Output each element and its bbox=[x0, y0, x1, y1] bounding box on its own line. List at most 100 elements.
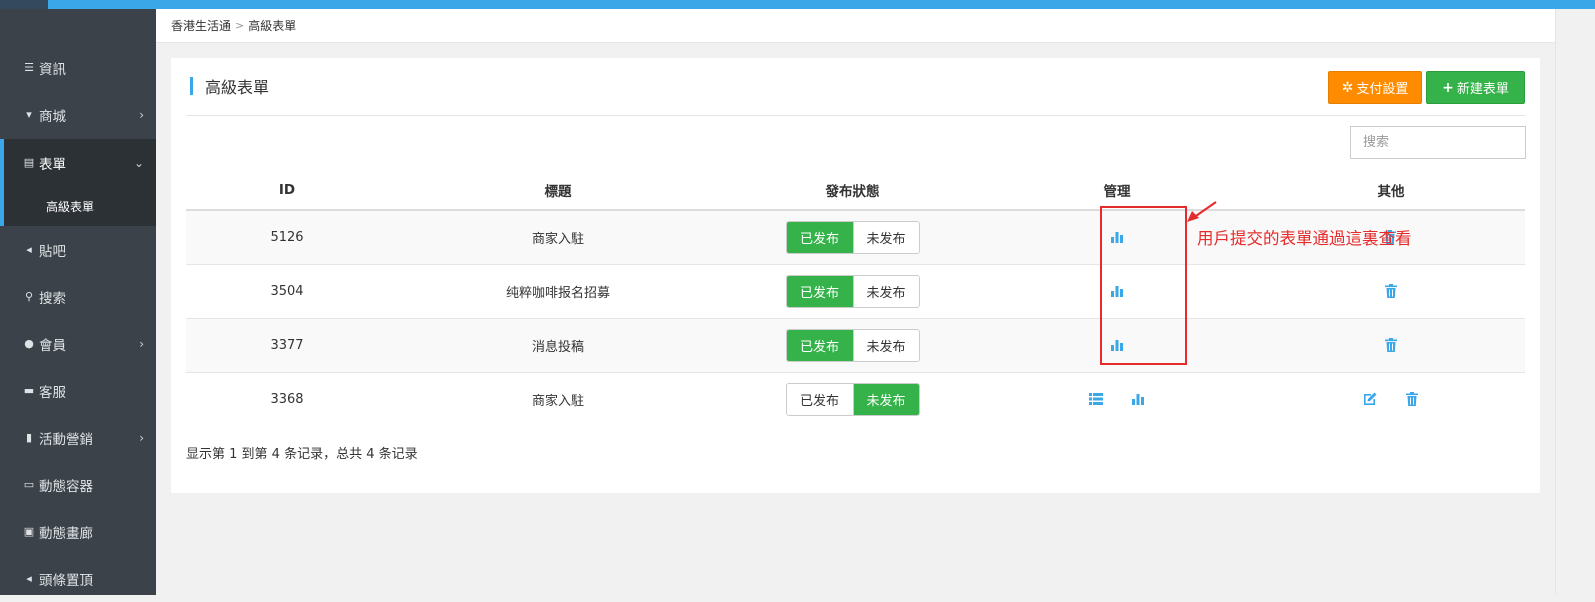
table-row: 3504 纯粹咖啡报名招募 已发布 未发布 bbox=[186, 263, 1525, 318]
breadcrumb-root-link[interactable]: 香港生活通 bbox=[171, 17, 231, 34]
top-accent-bar bbox=[0, 0, 1595, 9]
bell-icon: ● bbox=[24, 337, 34, 350]
page-title: 高級表單 bbox=[190, 76, 270, 97]
published-option[interactable]: 已发布 bbox=[786, 383, 853, 415]
trash-icon[interactable] bbox=[1383, 283, 1399, 299]
chat-icon: ▬ bbox=[23, 384, 35, 397]
payment-settings-label: 支付設置 bbox=[1356, 82, 1409, 97]
sidebar-item-label: 商城 bbox=[39, 108, 66, 125]
publish-toggle: 已发布 未发布 bbox=[785, 382, 920, 416]
trash-icon[interactable] bbox=[1383, 337, 1399, 353]
bar-chart-icon[interactable] bbox=[1109, 229, 1125, 245]
publish-toggle: 已发布 未发布 bbox=[785, 274, 920, 308]
sidebar-item-dynamic-container[interactable]: ▭ 動態容器 bbox=[0, 461, 156, 508]
sidebar-item-support[interactable]: ▬ 客服 bbox=[0, 367, 156, 414]
sidebar-item-marketing[interactable]: ▮ 活動營銷 › bbox=[0, 414, 156, 461]
inbox-icon: ▭ bbox=[23, 478, 35, 491]
bar-chart-icon[interactable] bbox=[1109, 283, 1125, 299]
search-icon: ⚲ bbox=[24, 290, 34, 303]
trash-icon[interactable] bbox=[1404, 391, 1420, 407]
cell-status: 已发布 未发布 bbox=[728, 209, 977, 264]
pagination-summary: 显示第 1 到第 4 条记录，总共 4 条记录 bbox=[186, 447, 418, 462]
cell-title: 纯粹咖啡报名招募 bbox=[388, 263, 728, 318]
column-header-status[interactable]: 發布狀態 bbox=[728, 170, 977, 211]
list-icon[interactable] bbox=[1088, 391, 1104, 407]
bookmark-icon: ▮ bbox=[25, 431, 33, 444]
edit-icon[interactable] bbox=[1362, 391, 1378, 407]
cell-status: 已发布 未发布 bbox=[728, 371, 977, 426]
main-panel: 高級表單 ✲支付設置 +新建表單 ID 標題 發布狀態 管理 其他 5126 商… bbox=[171, 58, 1540, 493]
table-row: 3368 商家入駐 已发布 未发布 bbox=[186, 371, 1525, 426]
publish-toggle: 已发布 未发布 bbox=[785, 328, 920, 362]
search-input[interactable] bbox=[1350, 126, 1526, 159]
bar-chart-icon[interactable] bbox=[1130, 391, 1146, 407]
column-header-manage[interactable]: 管理 bbox=[977, 170, 1257, 211]
published-option[interactable]: 已发布 bbox=[786, 329, 853, 361]
cell-id: 5126 bbox=[186, 209, 388, 264]
sidebar-item-news[interactable]: ☰ 資訊 bbox=[0, 44, 156, 91]
sidebar-item-forms[interactable]: ▤ 表單 ⌄ bbox=[0, 139, 156, 186]
cell-other bbox=[1257, 371, 1525, 426]
column-header-title[interactable]: 標題 bbox=[388, 170, 728, 211]
plus-icon: + bbox=[1442, 79, 1454, 96]
sidebar-item-search[interactable]: ⚲ 搜索 bbox=[0, 273, 156, 320]
cell-other bbox=[1257, 263, 1525, 318]
sidebar: ☰ 資訊 ▾ 商城 › ▤ 表單 ⌄ 高級表單 ◂ 貼吧 ⚲ 搜索 ● 會員 › ▬ 客服 ▮… bbox=[0, 9, 156, 595]
publish-toggle: 已发布 未发布 bbox=[785, 220, 920, 254]
new-form-button[interactable]: + 新建表單 bbox=[1426, 71, 1525, 104]
sidebar-item-label: 動態容器 bbox=[39, 478, 93, 495]
sidebar-item-label: 客服 bbox=[39, 384, 66, 401]
sidebar-item-label: 搜索 bbox=[39, 290, 66, 307]
unpublished-option[interactable]: 未发布 bbox=[852, 329, 919, 361]
sidebar-item-members[interactable]: ● 會員 › bbox=[0, 320, 156, 367]
cell-status: 已发布 未发布 bbox=[728, 317, 977, 372]
cell-status: 已发布 未发布 bbox=[728, 263, 977, 318]
bar-chart-icon[interactable] bbox=[1109, 337, 1125, 353]
top-bar-corner bbox=[0, 0, 48, 9]
forms-table: ID 標題 發布狀態 管理 其他 5126 商家入駐 已发布 未发布 3504 … bbox=[186, 170, 1525, 426]
column-header-other[interactable]: 其他 bbox=[1257, 170, 1525, 211]
breadcrumb-current: 高級表單 bbox=[248, 19, 297, 33]
cart-icon: ▾ bbox=[26, 108, 32, 121]
sidebar-item-label: 活動營銷 bbox=[39, 431, 93, 448]
chevron-down-icon: ⌄ bbox=[133, 155, 144, 170]
cell-id: 3368 bbox=[186, 371, 388, 426]
new-form-label: 新建表單 bbox=[1456, 82, 1509, 97]
sidebar-item-gallery[interactable]: ▣ 動態畫廊 bbox=[0, 508, 156, 555]
cell-other bbox=[1257, 317, 1525, 372]
sidebar-item-label: 貼吧 bbox=[39, 243, 66, 260]
sidebar-item-mall[interactable]: ▾ 商城 › bbox=[0, 91, 156, 138]
unpublished-option[interactable]: 未发布 bbox=[852, 275, 919, 307]
sidebar-item-forum[interactable]: ◂ 貼吧 bbox=[0, 226, 156, 273]
sidebar-item-label: 會員 bbox=[39, 337, 66, 354]
chevron-right-icon: › bbox=[139, 107, 144, 122]
header-divider bbox=[186, 115, 1525, 116]
list-icon: ☰ bbox=[24, 61, 34, 74]
volume-icon: ◂ bbox=[26, 572, 32, 585]
cell-title: 商家入駐 bbox=[388, 371, 728, 426]
column-header-id[interactable]: ID bbox=[186, 170, 388, 211]
cell-manage bbox=[977, 371, 1257, 426]
megaphone-icon: ◂ bbox=[26, 243, 32, 256]
cell-id: 3377 bbox=[186, 317, 388, 372]
chevron-right-icon: › bbox=[139, 336, 144, 351]
chevron-right-icon: › bbox=[139, 430, 144, 445]
sidebar-item-label: 表單 bbox=[39, 156, 66, 173]
table-header-row: ID 標題 發布狀態 管理 其他 bbox=[186, 170, 1525, 211]
cell-title: 消息投稿 bbox=[388, 317, 728, 372]
published-option[interactable]: 已发布 bbox=[786, 275, 853, 307]
page-title-text: 高級表單 bbox=[205, 78, 270, 97]
unpublished-option[interactable]: 未发布 bbox=[852, 383, 919, 415]
sidebar-subitem-advanced-forms[interactable]: 高級表單 bbox=[0, 186, 156, 226]
scrollbar[interactable] bbox=[1555, 9, 1568, 595]
cell-manage bbox=[977, 317, 1257, 372]
unpublished-option[interactable]: 未发布 bbox=[852, 221, 919, 253]
picture-icon: ▣ bbox=[23, 525, 35, 538]
payment-settings-button[interactable]: ✲ 支付設置 bbox=[1328, 71, 1422, 104]
breadcrumb-separator-icon: > bbox=[235, 19, 245, 32]
sidebar-item-label: 動態畫廊 bbox=[39, 525, 93, 542]
cell-title: 商家入駐 bbox=[388, 209, 728, 264]
published-option[interactable]: 已发布 bbox=[786, 221, 853, 253]
gear-icon: ✲ bbox=[1341, 79, 1354, 96]
breadcrumb: 香港生活通 > 高級表單 bbox=[156, 9, 1555, 43]
